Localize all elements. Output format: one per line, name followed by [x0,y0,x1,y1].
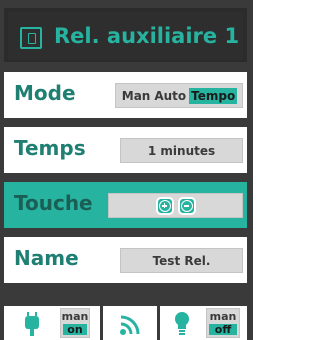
header-bar: Rel. auxiliaire 1 [8,12,243,60]
name-label: Name [14,246,79,270]
frame-right [247,0,253,340]
separator [4,173,247,182]
plug-icon [25,312,39,336]
mode-option-man[interactable]: Man [121,89,152,103]
temps-label: Temps [14,136,86,160]
mode-label: Mode [14,81,76,105]
status-footer: man on man off [4,306,247,340]
footer-middle-cell[interactable] [103,306,157,340]
separator [4,62,247,72]
mode-selector[interactable]: Man Auto Tempo [115,83,243,108]
relay-settings-screen: Rel. auxiliaire 1 Mode Man Auto Tempo Te… [0,0,253,340]
footer-left-cell[interactable]: man on [4,306,100,340]
mode-option-auto[interactable]: Auto [153,89,187,103]
header: Rel. auxiliaire 1 [4,8,247,62]
name-row: Name Test Rel. [4,237,247,283]
temps-row: Temps 1 minutes [4,127,247,173]
touche-row[interactable]: Touche [4,182,247,228]
separator [4,118,247,127]
plug-status-badge: man on [60,308,90,338]
name-value-field[interactable]: Test Rel. [120,248,243,273]
top-band [4,0,247,8]
temps-value-field[interactable]: 1 minutes [120,138,243,163]
page-title: Rel. auxiliaire 1 [54,24,240,48]
plus-icon[interactable] [155,196,174,215]
footer-right-cell[interactable]: man off [160,306,247,340]
relay-icon [20,27,42,49]
touche-label: Touche [14,191,93,215]
touche-controls [108,193,243,218]
minus-icon[interactable] [177,196,196,215]
mode-row: Mode Man Auto Tempo [4,72,247,118]
mode-option-tempo[interactable]: Tempo [189,87,238,104]
separator [4,228,247,237]
bulb-status-badge: man off [206,308,240,338]
bulb-icon [175,312,189,335]
wifi-icon [120,315,140,335]
separator [4,283,247,306]
